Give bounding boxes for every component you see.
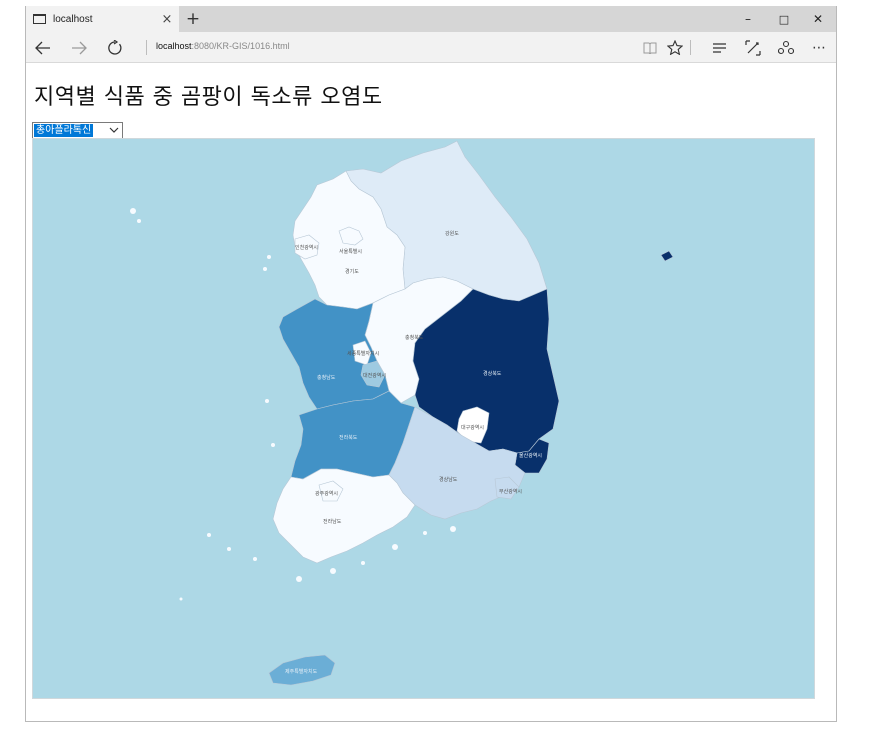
reading-view-icon[interactable] — [637, 34, 663, 61]
new-tab-button[interactable]: + — [182, 6, 204, 32]
label-busan: 부산광역시 — [499, 488, 522, 495]
url-host: localhost — [156, 41, 192, 51]
minimize-button[interactable]: – — [730, 6, 766, 32]
maximize-button[interactable]: □ — [766, 6, 802, 32]
browser-tab[interactable]: localhost × — [26, 6, 179, 32]
label-sejong: 세종특별자치시 — [347, 350, 379, 357]
label-gyeongnam: 경상남도 — [439, 476, 458, 483]
url-path: :8080/KR-GIS/1016.html — [191, 41, 290, 51]
label-ulsan: 울산광역시 — [519, 452, 542, 459]
more-icon[interactable]: ⋯ — [806, 34, 832, 61]
tab-title: localhost — [53, 13, 93, 25]
address-input[interactable]: localhost:8080/KR-GIS/1016.html — [156, 41, 290, 51]
favorite-star-icon[interactable] — [662, 34, 688, 61]
refresh-icon[interactable] — [102, 34, 128, 61]
label-gangwon: 강원도 — [445, 230, 459, 237]
hub-icon[interactable] — [706, 34, 732, 61]
close-window-button[interactable]: ✕ — [800, 6, 836, 32]
label-jeonbuk: 전라북도 — [339, 434, 358, 441]
web-note-icon[interactable] — [740, 34, 766, 61]
label-gyeongbuk: 경상북도 — [483, 370, 502, 377]
toolbar-separator — [690, 40, 691, 55]
chevron-down-icon — [109, 124, 119, 137]
page-content: 지역별 식품 중 곰팡이 독소류 오염도 총아플라톡신 강원도 경기도 서울특별… — [26, 63, 836, 721]
address-bar-row: localhost:8080/KR-GIS/1016.html ⋯ — [26, 32, 836, 63]
label-chungbuk: 충청북도 — [405, 334, 424, 341]
back-icon[interactable] — [30, 34, 56, 61]
label-seoul: 서울특별시 — [339, 248, 362, 255]
page-title: 지역별 식품 중 곰팡이 독소류 오염도 — [34, 85, 383, 110]
select-value: 총아플라톡신 — [34, 124, 94, 137]
label-gwangju: 광주광역시 — [315, 490, 338, 497]
label-chungnam: 충청남도 — [317, 374, 336, 381]
tab-close-button[interactable]: × — [155, 6, 179, 32]
label-daegu: 대구광역시 — [461, 424, 484, 431]
label-jeonnam: 전라남도 — [323, 518, 342, 525]
label-daejeon: 대전광역시 — [363, 372, 386, 379]
page-icon — [33, 14, 46, 24]
label-jeju: 제주특별자치도 — [285, 668, 318, 675]
label-gyeonggi: 경기도 — [345, 268, 359, 275]
address-separator — [146, 40, 147, 55]
forward-icon[interactable] — [66, 34, 92, 61]
tab-bar: localhost × + – □ ✕ — [26, 6, 836, 32]
region-ulleung — [660, 250, 674, 262]
korea-choropleth-map[interactable]: 강원도 경기도 서울특별시 인천광역시 충청북도 충청남도 세종특별자치시 대전… — [32, 138, 815, 699]
share-icon[interactable] — [773, 34, 799, 61]
browser-window: localhost × + – □ ✕ localhost:8080/KR-GI… — [25, 6, 837, 722]
label-incheon: 인천광역시 — [295, 244, 318, 251]
toxin-select[interactable]: 총아플라톡신 — [32, 122, 123, 139]
